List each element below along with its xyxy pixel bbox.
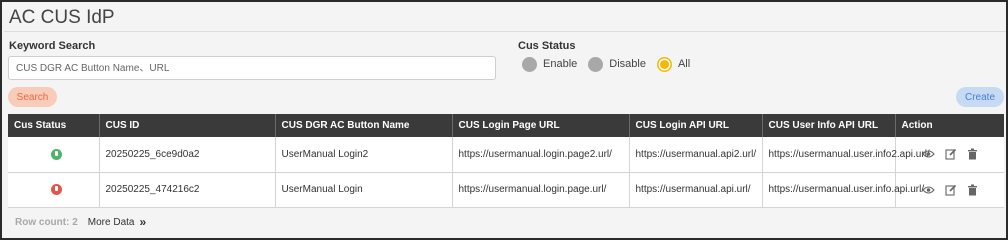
cus-table: Cus Status CUS ID CUS DGR AC Button Name… xyxy=(8,114,1004,208)
status-cell xyxy=(8,172,100,208)
cus-status-label: Cus Status xyxy=(518,40,576,52)
status-disabled-icon xyxy=(50,183,62,195)
table-row: 20250225_6ce9d0a2 UserManual Login2 http… xyxy=(8,137,1004,173)
edit-icon[interactable] xyxy=(944,147,958,161)
login-api-url-cell: https://usermanual.api.url/ xyxy=(629,172,763,208)
keyword-search-label: Keyword Search xyxy=(9,40,96,52)
status-radio-disable[interactable]: Disable xyxy=(588,56,646,72)
create-button[interactable]: Create xyxy=(956,87,1004,107)
keyword-search-input[interactable] xyxy=(8,56,496,80)
table-footer: Row count: 2 More Data » xyxy=(8,209,1004,235)
column-header-login-api-url[interactable]: CUS Login API URL xyxy=(629,114,763,137)
login-page-url-cell: https://usermanual.login.page2.url/ xyxy=(452,137,630,173)
column-header-cus-id[interactable]: CUS ID xyxy=(99,114,276,137)
column-header-cus-status[interactable]: Cus Status xyxy=(8,114,100,137)
login-page-url-cell: https://usermanual.login.page.url/ xyxy=(452,172,630,208)
radio-label-enable: Enable xyxy=(543,58,578,70)
eye-icon[interactable] xyxy=(922,183,936,197)
more-data-link[interactable]: More Data » xyxy=(88,215,146,229)
trash-icon[interactable] xyxy=(966,147,980,161)
radio-button-selected[interactable] xyxy=(656,56,672,72)
title-bar: AC CUS IdP xyxy=(4,4,1006,32)
column-header-user-info-api-url[interactable]: CUS User Info API URL xyxy=(762,114,896,137)
radio-label-all: All xyxy=(677,58,691,70)
cus-id-cell: 20250225_474216c2 xyxy=(99,172,276,208)
button-name-cell: UserManual Login xyxy=(275,172,453,208)
radio-button[interactable] xyxy=(522,56,537,72)
edit-icon[interactable] xyxy=(944,183,958,197)
user-info-api-url-cell: https://usermanual.user.info.api.url/ xyxy=(762,172,924,208)
user-info-api-url-cell: https://usermanual.user.info2.api.url/ xyxy=(762,137,930,173)
more-data-label: More Data xyxy=(87,216,135,228)
column-header-login-page-url[interactable]: CUS Login Page URL xyxy=(452,114,630,137)
radio-label-disable: Disable xyxy=(609,58,646,70)
status-radio-enable[interactable]: Enable xyxy=(522,56,578,72)
page-title: AC CUS IdP xyxy=(9,7,115,28)
login-api-url-cell: https://usermanual.api2.url/ xyxy=(629,137,763,173)
cus-id-cell: 20250225_6ce9d0a2 xyxy=(99,137,276,173)
cus-status-radio-group: Enable Disable All xyxy=(522,56,701,72)
table-row: 20250225_474216c2 UserManual Login https… xyxy=(8,172,1004,208)
status-cell xyxy=(8,137,100,173)
search-button[interactable]: Search xyxy=(8,87,57,107)
radio-button[interactable] xyxy=(588,56,604,72)
status-radio-all[interactable]: All xyxy=(656,56,691,72)
table-header-row: Cus Status CUS ID CUS DGR AC Button Name… xyxy=(8,114,1004,137)
eye-icon[interactable] xyxy=(922,147,936,161)
trash-icon[interactable] xyxy=(966,183,980,197)
row-count-label: Row count: 2 xyxy=(15,216,78,228)
button-name-cell: UserManual Login2 xyxy=(275,137,453,173)
column-header-action: Action xyxy=(895,114,1004,137)
double-chevron-right-icon: » xyxy=(139,215,147,229)
page-frame: AC CUS IdP Keyword Search Cus Status Ena… xyxy=(0,0,1008,240)
column-header-button-name[interactable]: CUS DGR AC Button Name xyxy=(275,114,453,137)
status-enabled-icon xyxy=(50,148,62,160)
